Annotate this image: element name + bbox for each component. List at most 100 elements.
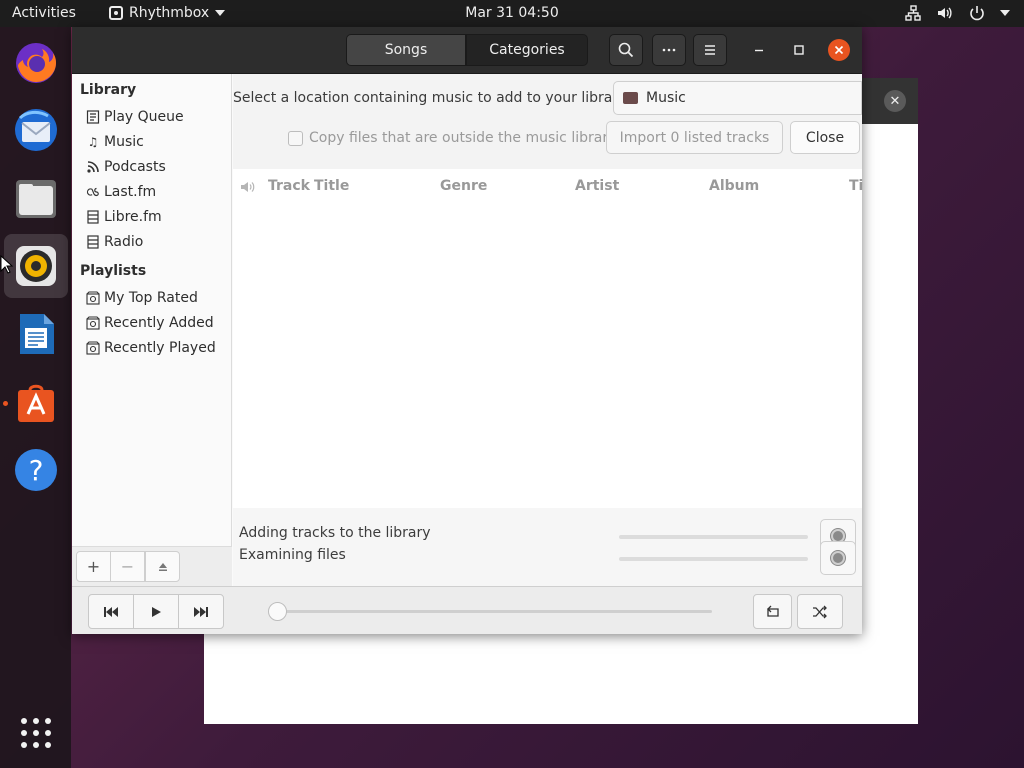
repeat-button[interactable] [753,594,792,629]
search-button[interactable] [609,34,643,66]
play-button[interactable] [133,594,179,629]
radio-icon [86,235,100,249]
library-section-title: Library [80,82,137,98]
volume-icon [938,7,952,19]
app-menu[interactable]: Rhythmbox [109,5,226,21]
column-artist[interactable]: Artist [575,178,619,194]
rhythmbox-small-icon [109,6,123,20]
sidebar-item-label: Radio [104,234,144,250]
folder-chooser-label: Music [646,90,686,106]
sidebar-item-play-queue[interactable]: Play Queue [86,106,184,128]
plus-icon: + [86,557,101,576]
firefox-icon [16,43,56,83]
sidebar-toolbar: + − [72,546,232,586]
seek-slider[interactable] [279,610,712,613]
sidebar-item-lastfm[interactable]: Last.fm [86,181,156,203]
column-album[interactable]: Album [709,178,759,194]
minimize-button[interactable] [748,39,770,61]
close-window-button[interactable] [828,39,850,61]
track-list[interactable]: Track Title Genre Artist Album Ti [233,169,863,508]
column-time[interactable]: Ti [849,178,863,194]
folder-chooser[interactable]: Music [613,81,862,115]
sidebar-item-radio[interactable]: Radio [86,231,143,253]
files-icon [16,180,56,218]
caret-down-icon [215,10,226,16]
progress-label: Examining files [239,547,346,563]
app-menu-label: Rhythmbox [129,5,210,21]
maximize-button[interactable] [788,39,810,61]
dock-thunderbird[interactable] [4,98,68,162]
close-import-button[interactable]: Close [790,121,860,154]
column-track[interactable]: Track [268,178,310,194]
minus-icon: − [120,557,135,576]
previous-button[interactable] [88,594,134,629]
playlists-section-title: Playlists [80,263,147,279]
dock-ubuntu-software[interactable] [4,370,68,434]
column-title[interactable]: Title [314,178,349,194]
rhythmbox-window: Songs Categories Library Play Queue ♫ Mu… [72,27,863,634]
sidebar-item-label: Recently Added [104,315,214,331]
stop-examining-button[interactable] [820,541,856,575]
sidebar-item-label: Podcasts [104,159,166,175]
sidebar-item-my-top-rated[interactable]: My Top Rated [86,287,198,309]
caret-down-icon [1000,10,1010,16]
examining-files-progress: Examining files [233,541,862,586]
sidebar-item-label: Music [104,134,144,150]
ellipsis-icon [662,48,676,52]
eject-button[interactable] [145,551,180,582]
progress-bar [619,535,808,539]
import-tracks-button[interactable]: Import 0 listed tracks [606,121,783,154]
software-bag-icon [18,384,54,422]
main-menu-button[interactable] [693,34,727,66]
tab-categories[interactable]: Categories [466,34,588,66]
more-button[interactable] [652,34,686,66]
sidebar-item-podcasts[interactable]: Podcasts [86,156,166,178]
dock-files[interactable] [4,166,68,230]
show-applications-button[interactable] [4,701,68,765]
sidebar-item-recently-played[interactable]: Recently Played [86,337,216,359]
sidebar-item-label: My Top Rated [104,290,198,306]
background-dialog-close-button[interactable]: ✕ [884,90,906,112]
play-icon [152,606,161,617]
power-icon [970,6,984,21]
help-icon: ? [15,449,57,491]
copy-files-checkbox[interactable] [288,130,303,146]
sidebar: Library Play Queue ♫ Music Podcasts Last… [72,74,232,586]
sidebar-item-librefm[interactable]: Libre.fm [86,206,162,228]
shuffle-icon [813,605,827,618]
sidebar-item-label: Recently Played [104,340,216,356]
folder-icon [623,92,638,104]
sidebar-item-label: Libre.fm [104,209,162,225]
smart-playlist-icon [86,316,100,330]
next-button[interactable] [178,594,224,629]
server-icon [86,210,100,224]
next-icon [194,606,208,617]
player-bar [72,586,862,634]
previous-icon [104,606,118,617]
libreoffice-writer-icon [20,314,54,354]
network-icon [905,5,921,21]
shuffle-button[interactable] [797,594,843,629]
copy-files-label: Copy files that are outside the music li… [309,130,617,146]
smart-playlist-icon [86,341,100,355]
thunderbird-icon [15,109,57,151]
column-genre[interactable]: Genre [440,178,487,194]
header-bar: Songs Categories [72,27,862,74]
copy-files-option[interactable]: Copy files that are outside the music li… [288,130,616,146]
app-grid-icon [21,718,51,748]
dock-firefox[interactable] [4,30,68,94]
tab-songs[interactable]: Songs [346,34,466,66]
sidebar-item-recently-added[interactable]: Recently Added [86,312,214,334]
dock: ? [0,27,71,768]
dock-help[interactable]: ? [4,438,68,502]
rhythmbox-icon [16,246,56,286]
add-playlist-button[interactable]: + [76,551,111,582]
sidebar-item-music[interactable]: ♫ Music [86,131,144,153]
sidebar-item-label: Play Queue [104,109,184,125]
lastfm-icon [86,185,100,199]
seek-slider-handle[interactable] [268,602,287,621]
remove-playlist-button[interactable]: − [110,551,145,582]
dock-libreoffice-writer[interactable] [4,302,68,366]
system-tray[interactable] [904,4,1010,22]
activities-button[interactable]: Activities [12,5,76,21]
